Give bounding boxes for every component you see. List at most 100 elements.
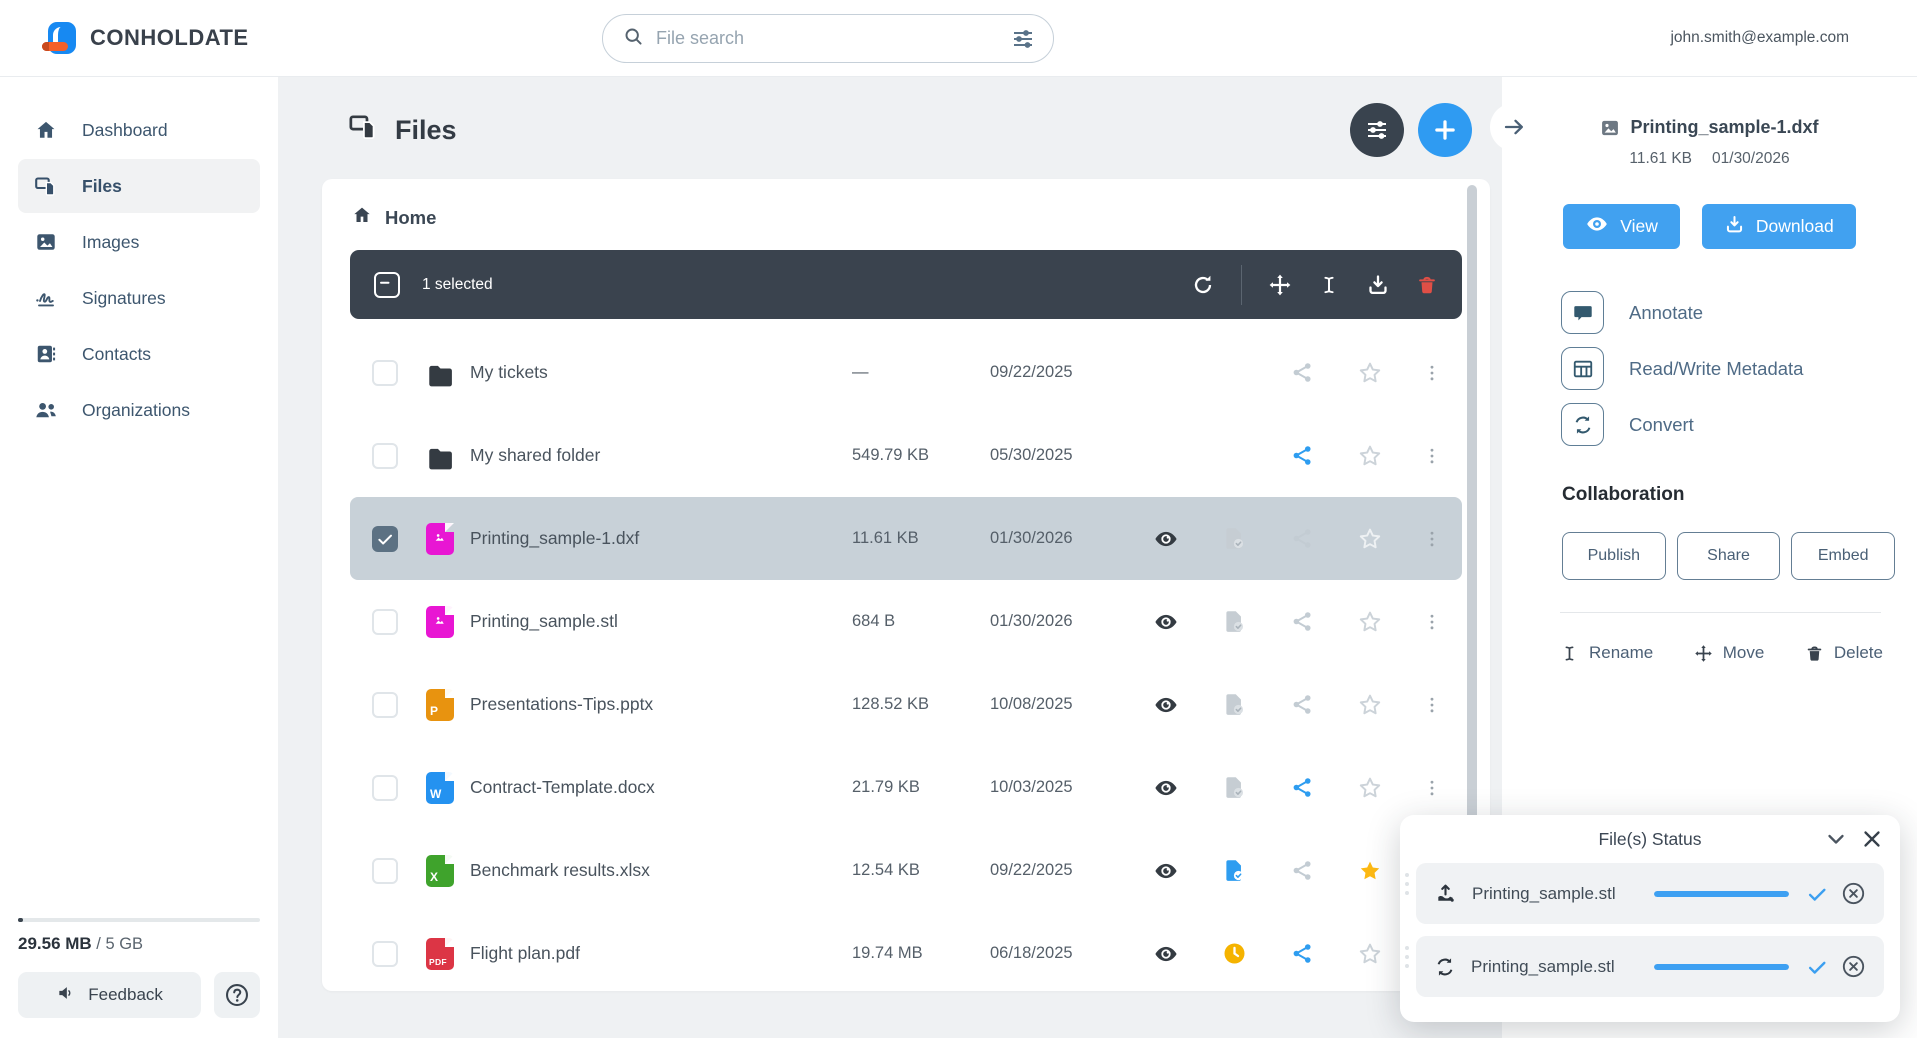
file-name[interactable]: Contract-Template.docx	[470, 777, 852, 798]
star-icon[interactable]	[1357, 443, 1383, 469]
pending-clock-icon[interactable]	[1222, 941, 1247, 966]
share-icon[interactable]	[1291, 444, 1314, 467]
star-icon[interactable]	[1357, 692, 1383, 718]
star-icon[interactable]	[1357, 775, 1383, 801]
file-processed-icon[interactable]	[1222, 775, 1247, 800]
breadcrumb[interactable]: Home	[322, 179, 1490, 246]
sidebar-item-organizations[interactable]: Organizations	[18, 383, 260, 437]
search-filter-icon[interactable]	[1011, 27, 1035, 51]
table-row[interactable]: Printing_sample.stl 684 B 01/30/2026	[350, 580, 1462, 663]
row-checkbox[interactable]	[372, 442, 398, 469]
search-input[interactable]	[656, 28, 1011, 49]
sidebar-item-dashboard[interactable]: Dashboard	[18, 103, 260, 157]
file-processed-icon[interactable]	[1222, 858, 1247, 883]
file-name[interactable]: Presentations-Tips.pptx	[470, 694, 852, 715]
collapse-popup-icon[interactable]	[1824, 827, 1848, 851]
share-button[interactable]: Share	[1676, 532, 1781, 580]
preview-eye-icon[interactable]	[1153, 941, 1179, 967]
dismiss-icon[interactable]	[1841, 881, 1866, 906]
download-icon[interactable]	[1366, 273, 1390, 297]
sidebar-item-images[interactable]: Images	[18, 215, 260, 269]
brand-logo[interactable]: CONHOLDATE	[42, 20, 249, 56]
feedback-button[interactable]: Feedback	[18, 972, 202, 1018]
table-row[interactable]: My tickets — 09/22/2025	[350, 331, 1462, 414]
view-settings-button[interactable]	[1350, 103, 1404, 157]
file-processed-icon[interactable]	[1222, 526, 1247, 551]
collapse-panel-button[interactable]	[1490, 103, 1538, 151]
delete-link[interactable]: Delete	[1805, 643, 1883, 663]
file-name[interactable]: My tickets	[470, 362, 852, 383]
table-row[interactable]: Printing_sample-1.dxf 11.61 KB 01/30/2026	[350, 497, 1462, 580]
dismiss-icon[interactable]	[1841, 954, 1866, 979]
avatar[interactable]	[1863, 21, 1897, 55]
file-date: 01/30/2026	[990, 529, 1073, 547]
metadata-action[interactable]: Read/Write Metadata	[1561, 347, 1917, 390]
move-icon[interactable]	[1268, 273, 1292, 297]
storage-used: 29.56 MB	[18, 934, 92, 953]
star-icon[interactable]	[1357, 858, 1383, 884]
brand-name: CONHOLDATE	[90, 25, 249, 50]
row-checkbox[interactable]	[372, 691, 398, 718]
table-row[interactable]: My shared folder 549.79 KB 05/30/2025	[350, 414, 1462, 497]
star-icon[interactable]	[1357, 526, 1383, 552]
preview-eye-icon[interactable]	[1153, 692, 1179, 718]
rename-icon[interactable]	[1318, 274, 1340, 296]
view-button[interactable]: View	[1563, 204, 1680, 249]
file-name[interactable]: Printing_sample-1.dxf	[470, 528, 852, 549]
publish-button[interactable]: Publish	[1562, 532, 1666, 580]
share-icon[interactable]	[1291, 942, 1314, 965]
row-checkbox[interactable]	[372, 774, 398, 801]
rename-link[interactable]: Rename	[1560, 643, 1653, 663]
close-popup-icon[interactable]	[1860, 827, 1884, 851]
select-all-checkbox[interactable]	[374, 271, 400, 298]
table-row[interactable]: P Presentations-Tips.pptx 128.52 KB 10/08/2…	[350, 663, 1462, 746]
delete-icon[interactable]	[1416, 274, 1438, 296]
share-icon[interactable]	[1291, 361, 1314, 384]
kebab-menu-icon[interactable]	[1422, 695, 1442, 715]
kebab-menu-icon[interactable]	[1422, 778, 1442, 798]
row-checkbox[interactable]	[372, 608, 398, 635]
row-checkbox[interactable]	[372, 525, 398, 552]
file-name[interactable]: Flight plan.pdf	[470, 943, 852, 964]
help-button[interactable]	[214, 972, 260, 1018]
file-name[interactable]: Benchmark results.xlsx	[470, 860, 852, 881]
refresh-icon[interactable]	[1191, 273, 1215, 297]
share-icon[interactable]	[1291, 776, 1314, 799]
status-item: Printing_sample.stl	[1416, 936, 1884, 997]
star-icon[interactable]	[1357, 941, 1383, 967]
share-icon[interactable]	[1291, 610, 1314, 633]
table-row[interactable]: X Benchmark results.xlsx 12.54 KB 09/22/202…	[350, 829, 1462, 912]
star-icon[interactable]	[1357, 360, 1383, 386]
preview-eye-icon[interactable]	[1153, 609, 1179, 635]
preview-eye-icon[interactable]	[1153, 526, 1179, 552]
kebab-menu-icon[interactable]	[1422, 529, 1442, 549]
row-checkbox[interactable]	[372, 359, 398, 386]
row-checkbox[interactable]	[372, 857, 398, 884]
preview-eye-icon[interactable]	[1153, 775, 1179, 801]
file-processed-icon[interactable]	[1222, 609, 1247, 634]
table-row[interactable]: W Contract-Template.docx 21.79 KB 10/03/202…	[350, 746, 1462, 829]
convert-action[interactable]: Convert	[1561, 403, 1917, 446]
sidebar-item-files[interactable]: Files	[18, 159, 260, 213]
sidebar-item-contacts[interactable]: Contacts	[18, 327, 260, 381]
kebab-menu-icon[interactable]	[1422, 612, 1442, 632]
file-name[interactable]: Printing_sample.stl	[470, 611, 852, 632]
share-icon[interactable]	[1291, 527, 1314, 550]
download-button[interactable]: Download	[1701, 204, 1856, 249]
table-row[interactable]: PDF Flight plan.pdf 19.74 MB 06/18/2025	[350, 912, 1462, 995]
row-checkbox[interactable]	[372, 940, 398, 967]
embed-button[interactable]: Embed	[1791, 532, 1896, 580]
share-icon[interactable]	[1291, 859, 1314, 882]
preview-eye-icon[interactable]	[1153, 858, 1179, 884]
sidebar-item-signatures[interactable]: Signatures	[18, 271, 260, 325]
share-icon[interactable]	[1291, 693, 1314, 716]
file-processed-icon[interactable]	[1222, 692, 1247, 717]
kebab-menu-icon[interactable]	[1422, 363, 1442, 383]
add-file-button[interactable]	[1418, 103, 1472, 157]
star-icon[interactable]	[1357, 609, 1383, 635]
move-link[interactable]: Move	[1694, 643, 1764, 663]
annotate-action[interactable]: Annotate	[1561, 291, 1917, 334]
kebab-menu-icon[interactable]	[1422, 446, 1442, 466]
file-search-bar[interactable]	[602, 14, 1054, 63]
file-name[interactable]: My shared folder	[470, 445, 852, 466]
